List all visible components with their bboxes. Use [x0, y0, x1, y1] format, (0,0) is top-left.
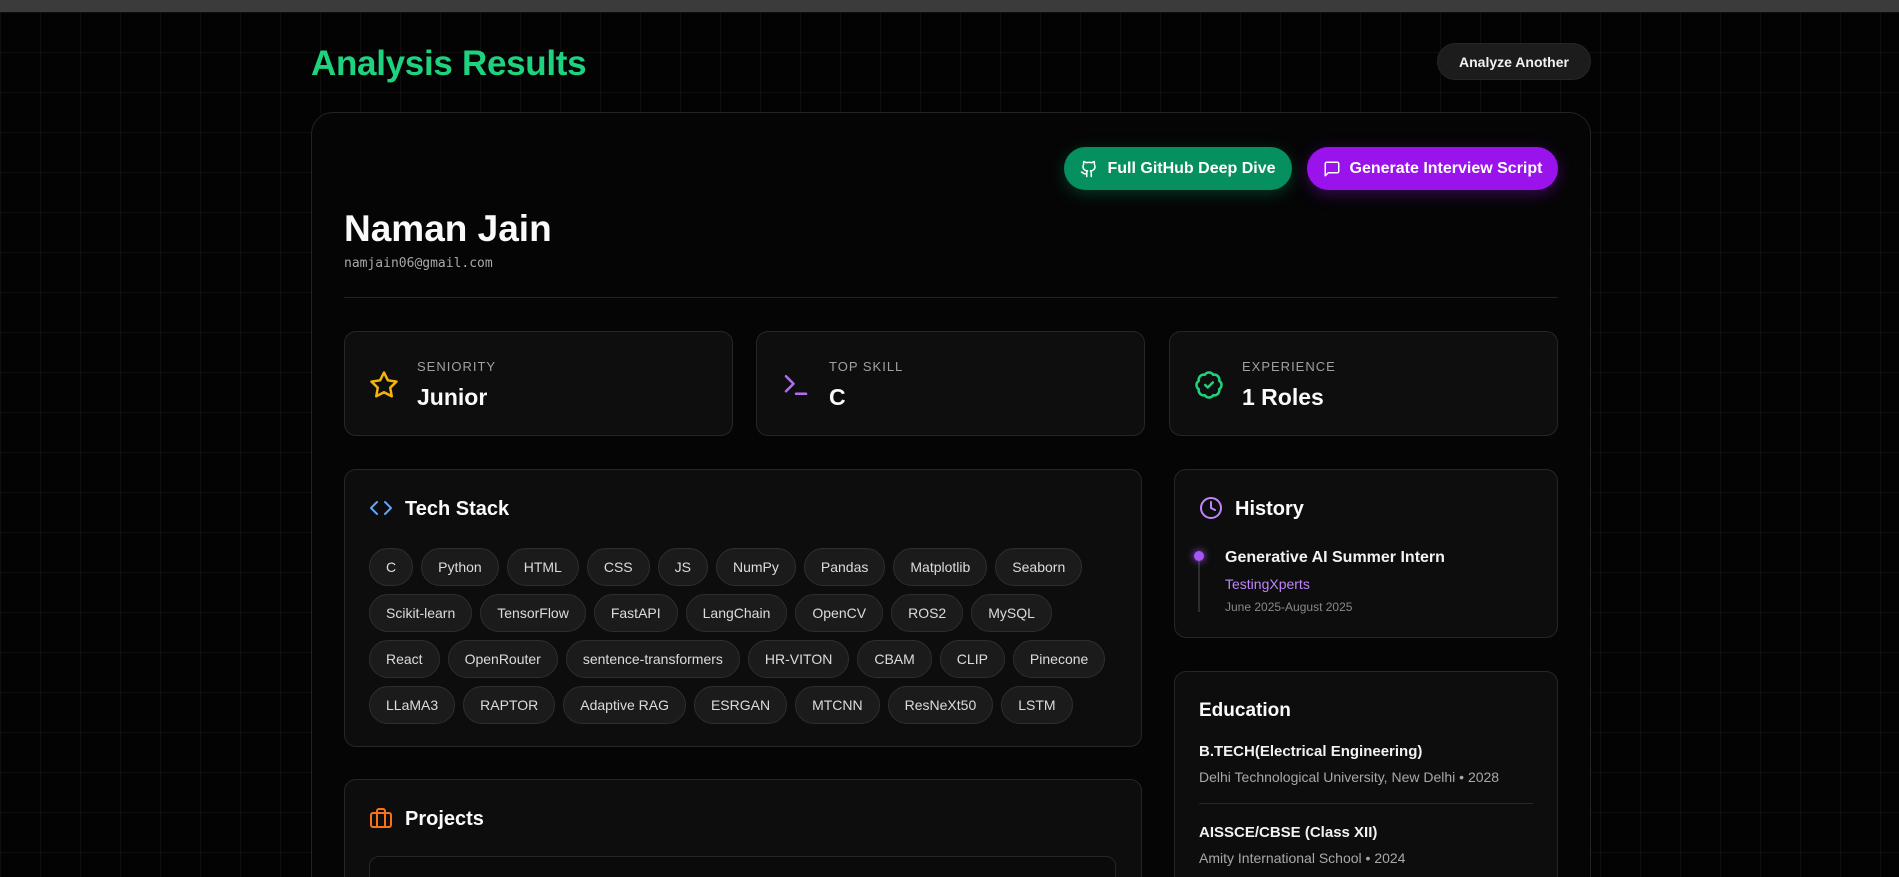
skill-chip: CSS: [586, 548, 650, 586]
clock-icon: [1200, 497, 1222, 519]
skill-chip: NumPy: [715, 548, 796, 586]
education-divider: [1199, 803, 1533, 804]
github-icon: [1081, 160, 1097, 177]
skill-chip: Pinecone: [1012, 640, 1106, 678]
skill-chip: JS: [657, 548, 708, 586]
star-icon: [370, 371, 398, 398]
skill-chip: React: [369, 640, 440, 678]
skill-chip: RAPTOR: [463, 686, 556, 724]
briefcase-icon: [370, 808, 392, 828]
history-title: History: [1235, 498, 1304, 520]
skill-chip: HTML: [506, 548, 579, 586]
skill-chip: ROS2: [891, 594, 964, 632]
skill-chip: Pandas: [803, 548, 886, 586]
page-title: Analysis Results: [311, 44, 587, 83]
generate-interview-script-button[interactable]: Generate Interview Script: [1307, 147, 1558, 190]
education-school: Amity International School • 2024: [1199, 850, 1406, 866]
education-degree: AISSCE/CBSE (Class XII): [1199, 824, 1378, 841]
generate-interview-script-label: Generate Interview Script: [1349, 159, 1543, 177]
skill-chip: CLIP: [939, 640, 1005, 678]
badge-check-icon: [1195, 371, 1223, 399]
skill-chip: Python: [421, 548, 499, 586]
history-timeline-dot: [1194, 551, 1204, 561]
stat-card-seniority: Seniority Junior: [344, 331, 733, 436]
stat-label: Seniority: [417, 359, 497, 374]
github-deep-dive-label: Full GitHub Deep Dive: [1107, 159, 1276, 177]
skill-chip-list: C Python HTML CSS JS NumPy Pandas Matplotlib Sea…: [369, 548, 1109, 724]
github-deep-dive-button[interactable]: Full GitHub Deep Dive: [1064, 147, 1292, 190]
browser-top-bar: [0, 0, 1899, 12]
history-role: Generative AI Summer Intern: [1225, 549, 1445, 566]
stat-value: C: [829, 384, 846, 410]
stat-label: Experience: [1242, 359, 1336, 374]
tech-stack-title: Tech Stack: [405, 498, 510, 520]
skill-chip: LSTM: [1001, 686, 1073, 724]
history-timeline-line: [1198, 556, 1200, 612]
stat-card-experience: Experience 1 Roles: [1169, 331, 1558, 436]
terminal-icon: [784, 375, 808, 395]
skill-chip: Adaptive RAG: [563, 686, 686, 724]
skill-chip: TensorFlow: [480, 594, 586, 632]
skill-chip: Scikit-learn: [369, 594, 473, 632]
stat-value: Junior: [417, 384, 488, 410]
tech-stack-panel: Tech Stack C Python HTML CSS JS NumPy Pandas Ma…: [344, 469, 1142, 747]
skill-chip: HR-VITON: [747, 640, 850, 678]
education-degree: B.TECH(Electrical Engineering): [1199, 743, 1423, 760]
stat-label: Top Skill: [829, 359, 904, 374]
projects-title: Projects: [405, 808, 484, 830]
analyze-another-button[interactable]: Analyze Another: [1437, 43, 1591, 80]
skill-chip: CBAM: [857, 640, 932, 678]
skill-chip: Matplotlib: [893, 548, 988, 586]
history-dates: June 2025-August 2025: [1225, 600, 1353, 614]
skill-chip: MTCNN: [795, 686, 880, 724]
message-square-icon: [1324, 161, 1340, 176]
candidate-email: namjain06@gmail.com: [344, 256, 493, 271]
header-divider: [344, 297, 1558, 298]
stat-card-top-skill: Top Skill C: [756, 331, 1145, 436]
skill-chip: LLaMA3: [369, 686, 456, 724]
code-icon: [370, 501, 392, 515]
skill-chip: OpenCV: [795, 594, 884, 632]
project-card[interactable]: [369, 856, 1116, 877]
stat-value: 1 Roles: [1242, 384, 1324, 410]
education-title: Education: [1199, 700, 1291, 721]
education-school: Delhi Technological University, New Delh…: [1199, 769, 1500, 785]
skill-chip: ResNeXt50: [887, 686, 994, 724]
skill-chip: sentence-transformers: [565, 640, 740, 678]
skill-chip: LangChain: [685, 594, 788, 632]
skill-chip: Seaborn: [995, 548, 1083, 586]
candidate-name: Naman Jain: [344, 208, 552, 249]
skill-chip: MySQL: [971, 594, 1052, 632]
skill-chip: ESRGAN: [693, 686, 788, 724]
skill-chip: C: [369, 548, 414, 586]
skill-chip: OpenRouter: [447, 640, 558, 678]
skill-chip: FastAPI: [593, 594, 678, 632]
history-company: TestingXperts: [1225, 576, 1310, 592]
